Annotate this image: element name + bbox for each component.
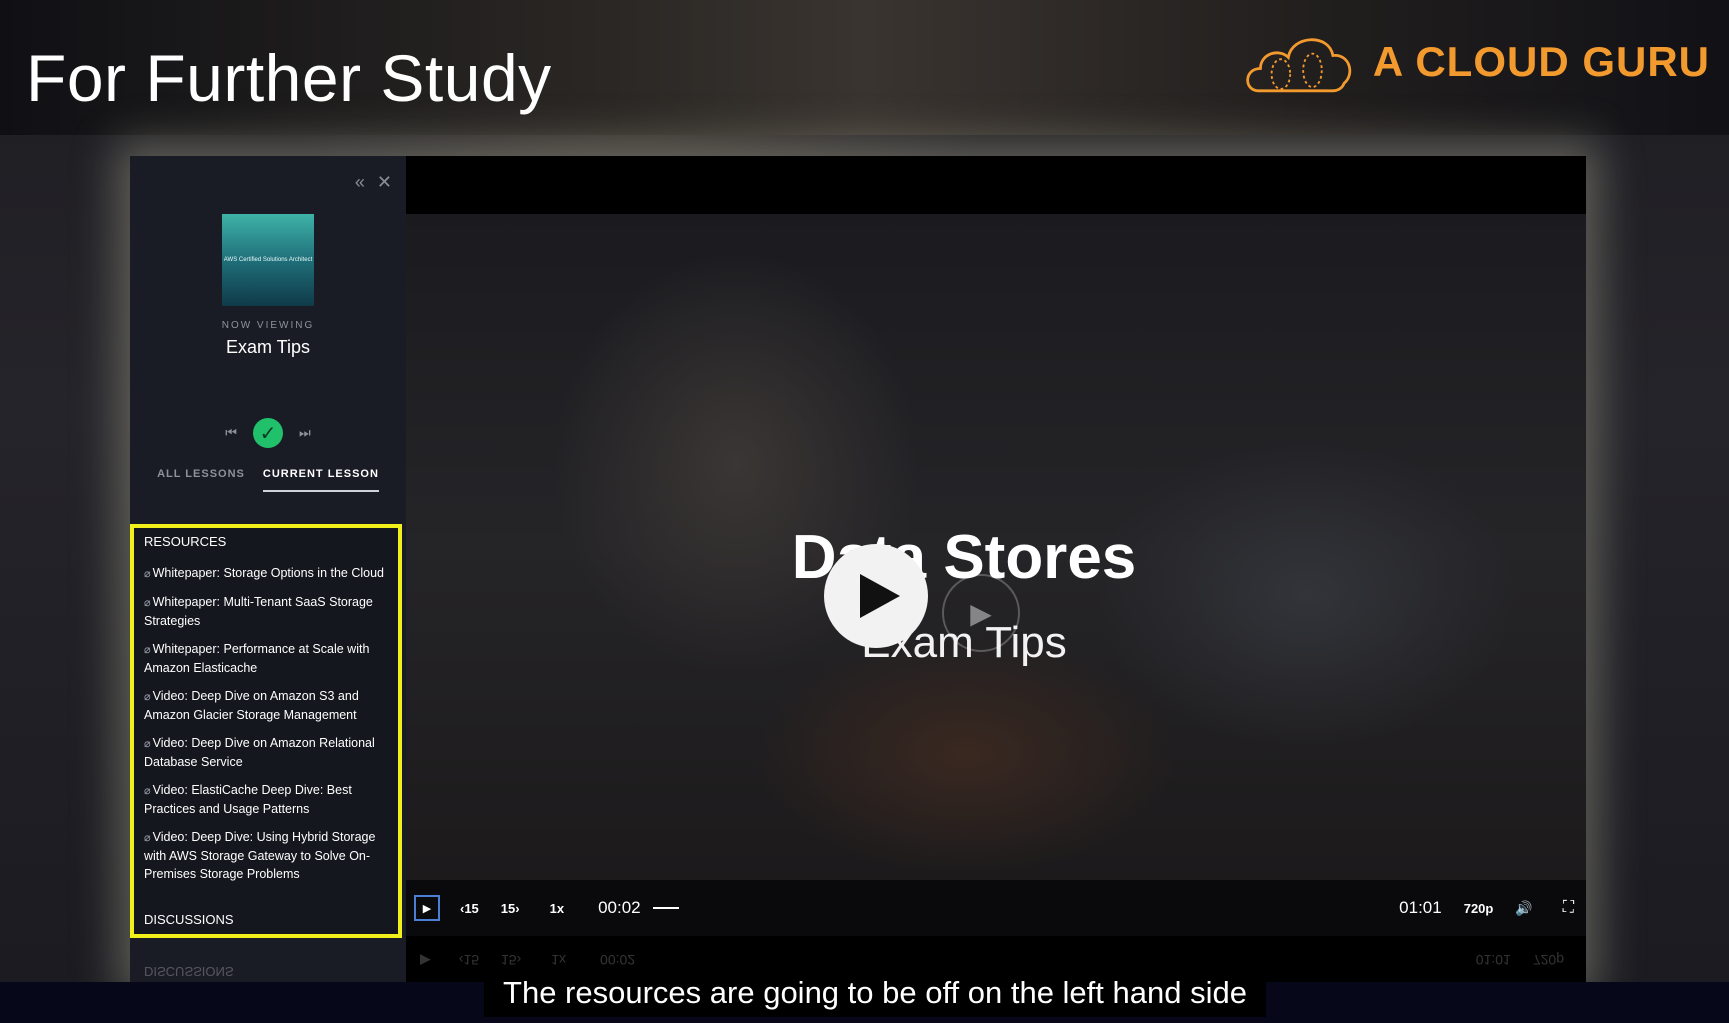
resource-link[interactable]: ⌀ Whitepaper: Performance at Scale with A… (144, 640, 394, 677)
sidebar-tabs: ALL LESSONS CURRENT LESSON (130, 468, 406, 492)
now-viewing-label: NOW VIEWING (221, 320, 315, 331)
play-pause-button[interactable]: ▶ (414, 895, 440, 921)
play-button[interactable] (824, 544, 928, 648)
resource-label: Whitepaper: Multi-Tenant SaaS Storage St… (144, 595, 373, 628)
rewind-reflection: ‹15 (458, 952, 480, 969)
tab-current-lesson[interactable]: CURRENT LESSON (262, 468, 379, 492)
resource-label: Whitepaper: Performance at Scale with Am… (144, 642, 370, 675)
current-time: 00:02 (598, 898, 641, 917)
forward-15-button[interactable]: 15› (501, 901, 520, 916)
resource-link[interactable]: ⌀ Whitepaper: Storage Options in the Clou… (144, 564, 394, 583)
resource-label: Video: ElastiCache Deep Dive: Best Pract… (144, 783, 352, 816)
subtitle-caption: The resources are going to be off on the… (484, 969, 1266, 1017)
sidebar-controls: « ✕ (355, 172, 392, 193)
paperclip-icon: ⌀ (144, 568, 151, 580)
resource-label: Video: Deep Dive on Amazon Relational Da… (144, 736, 375, 769)
logo-text: A CLOUD GURU (1372, 38, 1710, 85)
cloud-logo-icon (1246, 38, 1352, 93)
brand-logo: A CLOUD GURU (1240, 22, 1710, 102)
paperclip-icon: ⌀ (144, 597, 151, 609)
speed-reflection: 1x (551, 952, 567, 969)
paperclip-icon: ⌀ (144, 832, 151, 844)
playback-speed-button[interactable]: 1x (550, 901, 564, 916)
video-frame[interactable]: Data Stores Exam Tips ▶ (406, 214, 1586, 880)
double-chevron-left-icon[interactable]: « (355, 172, 365, 193)
video-player: Data Stores Exam Tips ▶ ▶ ‹15 15› 1x 00:… (406, 156, 1586, 985)
lesson-navigation: ⏮ ✓ ⏭ (130, 418, 406, 448)
resource-label: Video: Deep Dive on Amazon S3 and Amazon… (144, 689, 359, 722)
slide-title: For Further Study (26, 41, 552, 115)
next-lesson-icon[interactable]: ⏭ (299, 425, 311, 441)
paperclip-icon: ⌀ (144, 691, 151, 703)
volume-icon[interactable]: 🔊 (1515, 900, 1532, 917)
sidebar-reflection: DISCUSSIONS (130, 946, 406, 985)
quality-reflection: 720p (1532, 952, 1564, 969)
resource-link[interactable]: ⌀ Video: Deep Dive on Amazon Relational D… (144, 734, 394, 771)
previous-lesson-icon[interactable]: ⏮ (225, 425, 237, 441)
resource-link[interactable]: ⌀ Whitepaper: Multi-Tenant SaaS Storage S… (144, 593, 394, 630)
lesson-title: Exam Tips (225, 337, 311, 357)
course-cover-image: AWS Certified Solutions Architect (222, 214, 314, 306)
tab-all-lessons[interactable]: ALL LESSONS (157, 468, 245, 492)
discussions-heading[interactable]: DISCUSSIONS (144, 912, 234, 927)
resource-link[interactable]: ⌀ Video: Deep Dive: Using Hybrid Storage … (144, 828, 394, 883)
total-time: 01:01 (1399, 898, 1442, 917)
paperclip-icon: ⌀ (144, 644, 151, 656)
complete-check-icon[interactable]: ✓ (253, 418, 283, 448)
close-icon[interactable]: ✕ (377, 172, 392, 193)
discussions-reflection: DISCUSSIONS (144, 964, 234, 979)
quality-button[interactable]: 720p (1464, 901, 1494, 916)
lesson-sidebar: « ✕ AWS Certified Solutions Architect NO… (130, 156, 406, 985)
player-controls: ▶ ‹15 15› 1x 00:02 01:01 720p 🔊 ⛶ (406, 880, 1586, 936)
video-letterbox (406, 156, 1586, 214)
cover-text: AWS Certified Solutions Architect (223, 257, 313, 263)
paperclip-icon: ⌀ (144, 785, 151, 797)
resources-list: ⌀ Whitepaper: Storage Options in the Clou… (144, 564, 394, 893)
resource-label: Video: Deep Dive: Using Hybrid Storage w… (144, 830, 376, 881)
play-icon: ▶ (420, 953, 431, 969)
resources-highlight: RESOURCES ⌀ Whitepaper: Storage Options i… (130, 524, 402, 938)
play-icon (860, 574, 900, 618)
play-icon: ▶ (422, 902, 432, 915)
paperclip-icon: ⌀ (144, 738, 151, 750)
fullscreen-icon[interactable]: ⛶ (1563, 899, 1574, 917)
resource-label: Whitepaper: Storage Options in the Cloud (152, 566, 385, 580)
time-reflection: 00:02 (600, 952, 636, 969)
total-time-reflection: 01:01 (1475, 952, 1511, 969)
forward-reflection: 15› (501, 952, 522, 969)
rewind-15-button[interactable]: ‹15 (460, 901, 479, 916)
resource-link[interactable]: ⌀ Video: ElastiCache Deep Dive: Best Prac… (144, 781, 394, 818)
screenshot-frame: « ✕ AWS Certified Solutions Architect NO… (130, 156, 1586, 985)
ghost-play-icon: ▶ (942, 574, 1020, 652)
resources-heading: RESOURCES (144, 534, 227, 549)
progress-scrubber[interactable] (652, 907, 679, 909)
resource-link[interactable]: ⌀ Video: Deep Dive on Amazon S3 and Amazo… (144, 687, 394, 724)
